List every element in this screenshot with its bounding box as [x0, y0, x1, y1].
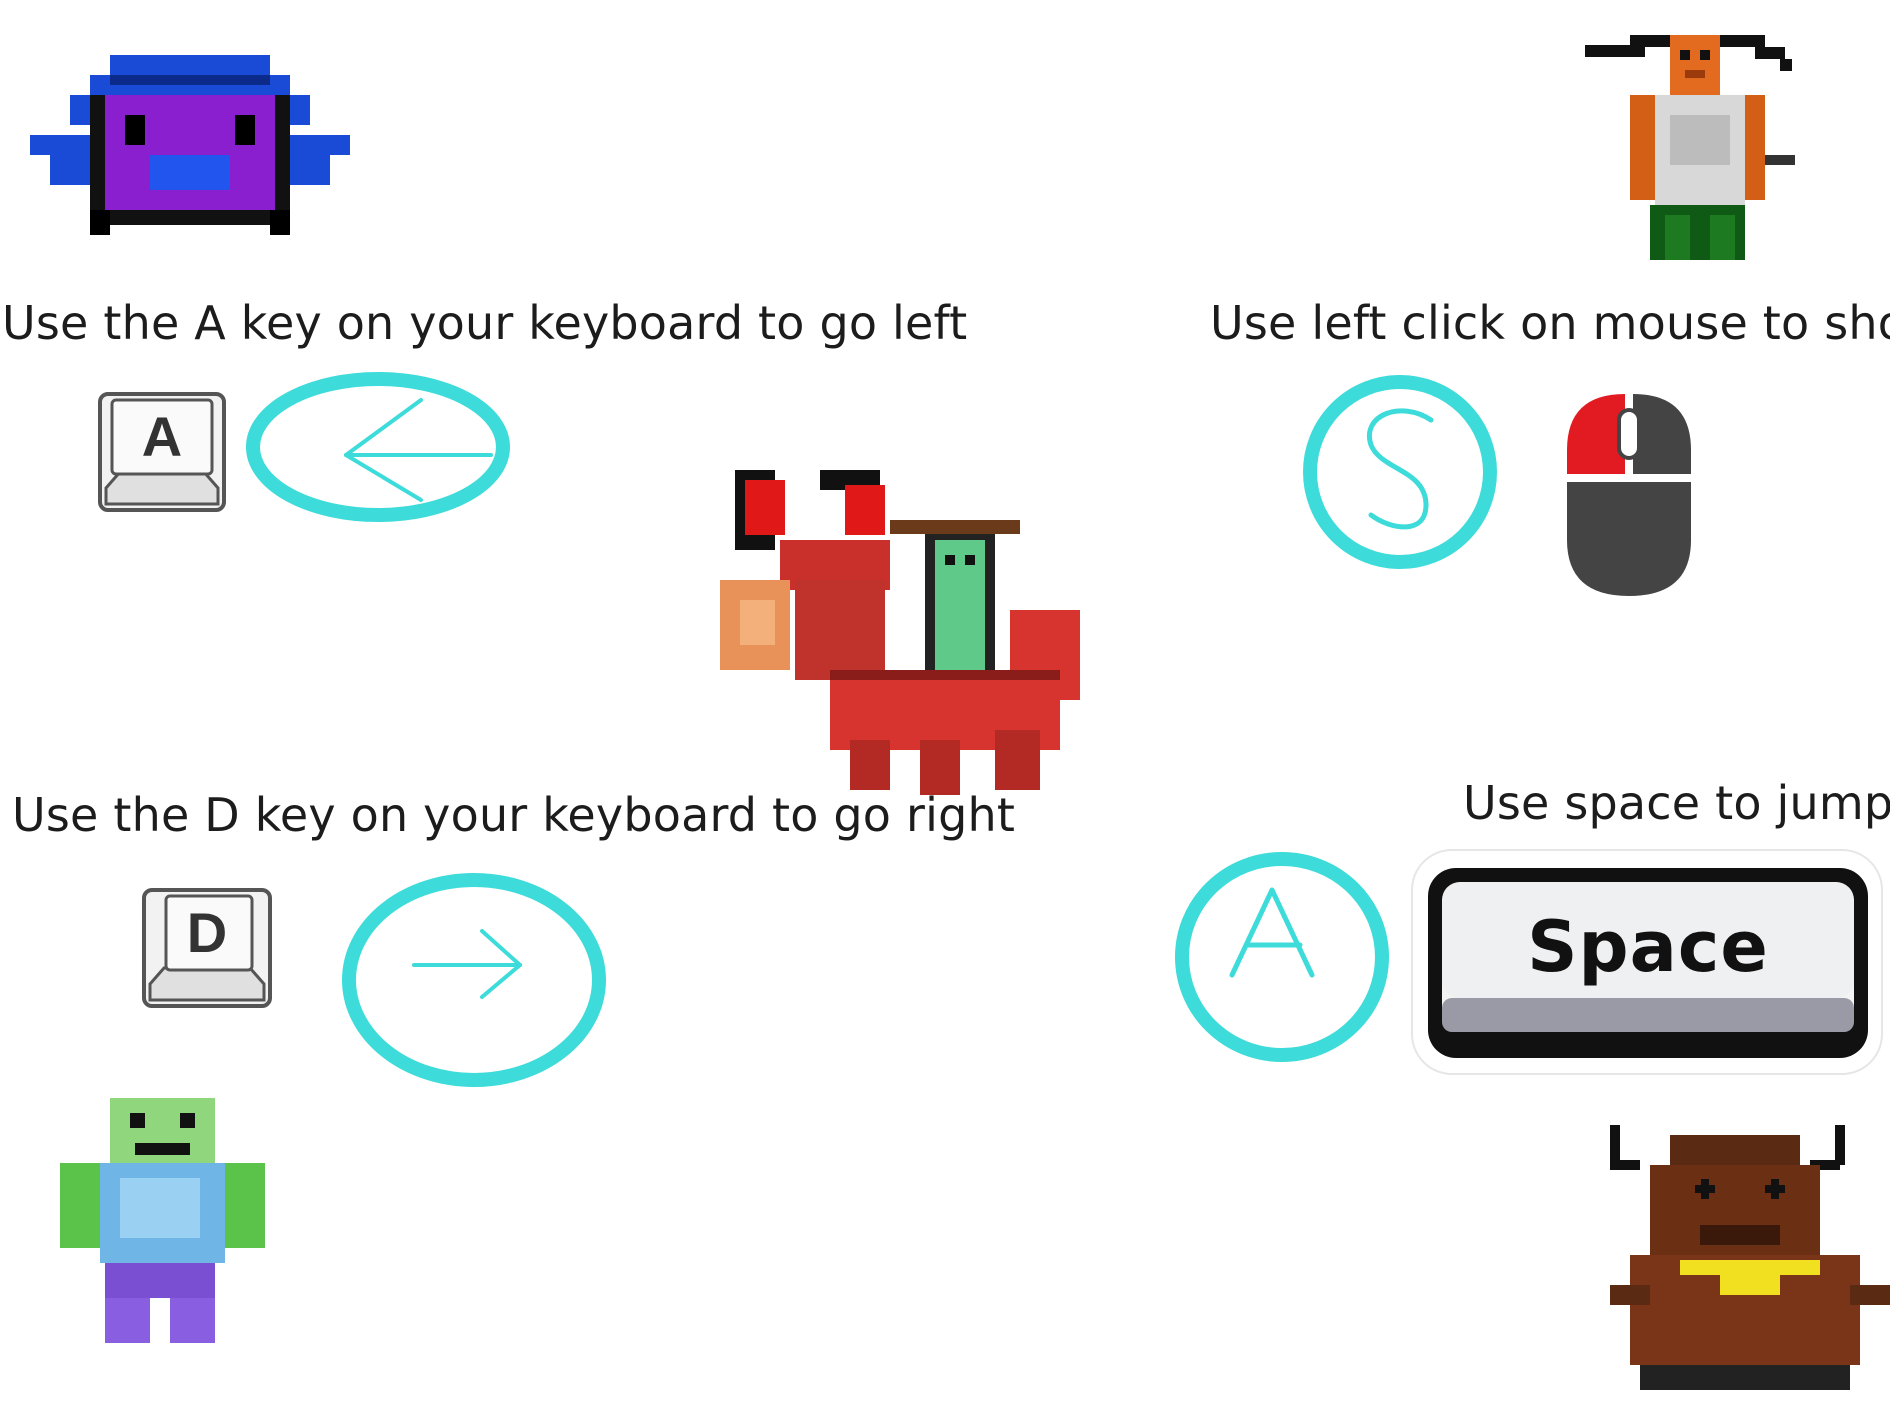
d-key: D — [142, 888, 272, 1008]
frog-hero-player-sprite — [60, 1098, 265, 1343]
instruction-go-left: Use the A key on your keyboard to go lef… — [2, 296, 968, 350]
d-key-label: D — [186, 901, 228, 964]
space-key: Space — [1410, 848, 1886, 1078]
instruction-go-right: Use the D key on your keyboard to go rig… — [12, 788, 1016, 842]
space-key-label: Space — [1527, 906, 1769, 988]
mouse-icon — [1567, 394, 1691, 596]
orange-gunner-enemy-sprite — [1585, 35, 1795, 260]
instruction-jump: Use space to jump — [1463, 776, 1890, 830]
a-key: A — [98, 392, 226, 512]
purple-blob-enemy-sprite — [30, 55, 350, 235]
a-gesture-icon — [1175, 852, 1389, 1062]
red-dragon-boss-sprite — [720, 470, 1080, 795]
horned-brown-monster-sprite — [1610, 1125, 1890, 1390]
instruction-shoot: Use left click on mouse to shoot — [1210, 296, 1890, 350]
s-gesture-icon — [1303, 375, 1497, 569]
left-arrow-gesture-icon — [246, 372, 510, 522]
a-key-label: A — [141, 405, 183, 468]
right-arrow-gesture-icon — [342, 873, 606, 1087]
